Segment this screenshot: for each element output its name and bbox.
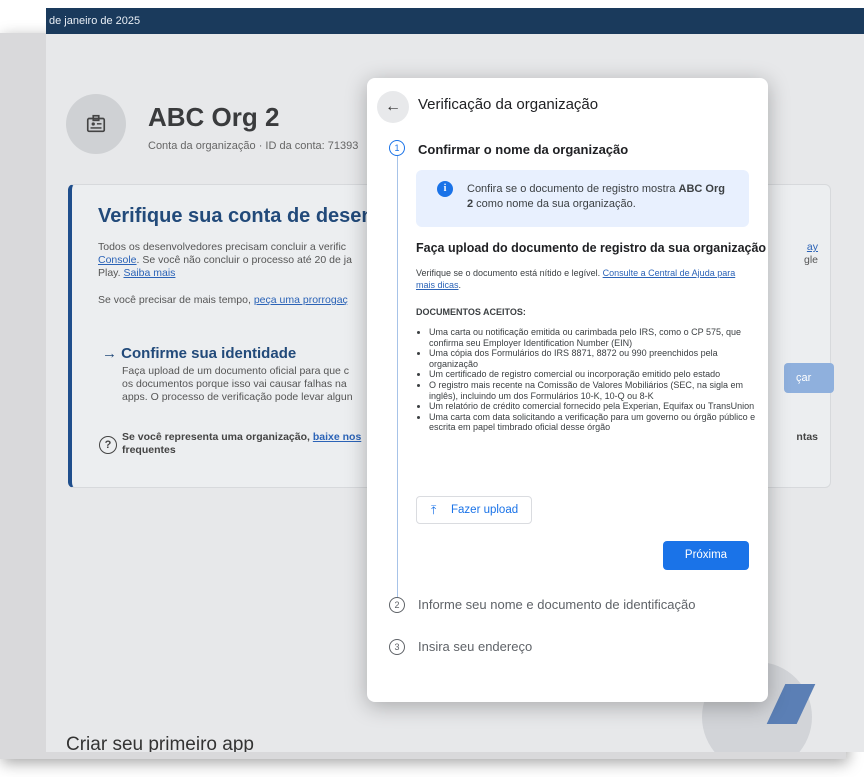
upload-button-label: Fazer upload — [451, 504, 519, 516]
identity-title: → Confirme sua identidade — [102, 345, 297, 362]
step-3-label[interactable]: Insira seu endereço — [418, 639, 532, 654]
card-line-1: Todos os desenvolvedores precisam conclu… — [98, 241, 347, 253]
help-icon: ? — [99, 436, 117, 454]
step-1-label: Confirmar o nome da organização — [418, 142, 629, 157]
card-title: Verifique sua conta de desenvo — [98, 205, 397, 227]
help-line-2: frequentes — [122, 444, 176, 456]
list-item: Um relatório de crédito comercial fornec… — [429, 401, 759, 412]
start-button[interactable]: çar — [784, 363, 834, 393]
accepted-docs-list: Uma carta ou notificação emitida ou cari… — [416, 327, 759, 433]
info-text: Confira se o documento de registro mostr… — [467, 183, 725, 210]
back-button[interactable]: ← — [377, 91, 409, 123]
step-2-label[interactable]: Informe seu nome e documento de identifi… — [418, 597, 696, 612]
org-verification-dialog: ← Verificação da organização 1 Confirmar… — [367, 78, 768, 702]
card-right-text: gle — [803, 254, 818, 266]
stepper-line — [397, 155, 398, 609]
top-banner-text: de janeiro de 2025 — [49, 15, 141, 27]
info-banner: i Confira se o documento de registro mos… — [416, 170, 749, 227]
accepted-docs-heading: DOCUMENTOS ACEITOS: — [416, 307, 526, 317]
identity-line-1: Faça upload de um documento oficial para… — [122, 365, 350, 377]
list-item: Uma cópia dos Formulários do IRS 8871, 8… — [429, 348, 759, 369]
download-link[interactable]: baixe nos — [313, 431, 361, 443]
list-item: O registro mais recente na Comissão de V… — [429, 380, 759, 401]
top-banner: de janeiro de 2025 — [46, 8, 864, 34]
org-meta: Conta da organização · ID da conta: 7139… — [148, 140, 359, 152]
card-line-4: Se você precisar de mais tempo, peça uma… — [98, 294, 348, 306]
info-icon: i — [437, 181, 453, 197]
extension-link[interactable]: peça uma prorrogaç — [254, 294, 348, 306]
org-name: ABC Org 2 — [148, 102, 280, 132]
identity-line-3: apps. O processo de verificação pode lev… — [122, 391, 353, 403]
learn-more-link[interactable]: Saiba mais — [123, 267, 175, 279]
list-item: Uma carta com data solicitando a verific… — [429, 412, 759, 433]
step-3-indicator: 3 — [389, 639, 405, 655]
step-2-indicator: 2 — [389, 597, 405, 613]
list-item: Um certificado de registro comercial ou … — [429, 369, 759, 380]
faq-right-text: ntas — [796, 431, 818, 443]
upload-icon: ⤒ — [431, 503, 437, 517]
card-right-link[interactable]: ay — [807, 241, 818, 253]
list-item: Uma carta ou notificação emitida ou cari… — [429, 327, 759, 348]
upload-section-title: Faça upload do documento de registro da … — [416, 241, 767, 255]
identity-line-2: os documentos porque isso vai causar fal… — [122, 378, 347, 390]
upload-button[interactable]: ⤒ Fazer upload — [416, 496, 532, 524]
badge-icon — [86, 114, 106, 133]
arrow-left-icon: ← — [385, 98, 401, 115]
card-line-3: Play. Saiba mais — [98, 267, 176, 279]
create-app-title: Criar seu primeiro app — [66, 734, 254, 752]
org-avatar — [66, 94, 126, 154]
upload-help-text: Verifique se o documento está nítido e l… — [416, 268, 736, 290]
dialog-title: Verificação da organização — [418, 96, 599, 113]
help-line-1: Se você representa uma organização, baix… — [122, 431, 362, 443]
console-link[interactable]: Console — [98, 254, 137, 266]
step-1-indicator: 1 — [389, 140, 405, 156]
card-line-2: Console. Se você não concluir o processo… — [98, 254, 352, 266]
next-button[interactable]: Próxima — [663, 541, 749, 570]
